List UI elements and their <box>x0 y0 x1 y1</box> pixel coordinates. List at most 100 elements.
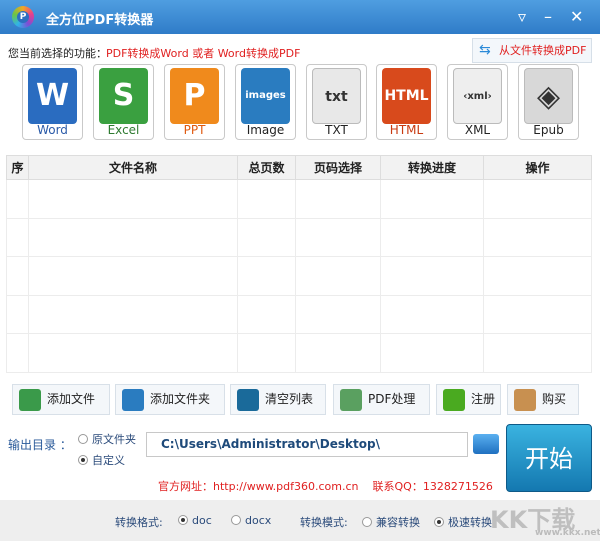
txt-icon: txt <box>312 68 361 124</box>
table-cell <box>295 333 381 373</box>
table-row <box>6 256 592 296</box>
format-word-button[interactable]: W Word <box>22 64 83 140</box>
table-cell <box>380 294 484 334</box>
table-cell <box>6 217 29 257</box>
radio-compat-mode[interactable]: 兼容转换 <box>362 514 420 530</box>
format-ppt-button[interactable]: P PPT <box>164 64 225 140</box>
epub-icon: ◈ <box>524 68 573 124</box>
format-excel-button[interactable]: S Excel <box>93 64 154 140</box>
add-file-button[interactable]: 添加文件 <box>12 384 110 415</box>
table-row <box>6 294 592 334</box>
table-cell <box>6 333 29 373</box>
table-cell <box>237 333 296 373</box>
website-link[interactable]: 官方网址：http://www.pdf360.com.cn <box>158 480 359 493</box>
table-row <box>6 179 592 219</box>
radio-fast-mode[interactable]: 极速转换 <box>434 514 492 530</box>
toolbar-label: 清空列表 <box>265 392 314 406</box>
window-title: 全方位PDF转换器 <box>46 13 154 28</box>
table-row <box>6 333 592 373</box>
format-image-button[interactable]: images Image <box>235 64 296 140</box>
table-cell <box>483 179 592 219</box>
format-label: Image <box>246 123 285 137</box>
table-cell <box>380 256 484 296</box>
format-label: Epub <box>533 123 564 137</box>
trash-icon <box>237 389 259 411</box>
trash-button[interactable]: 清空列表 <box>230 384 326 415</box>
table-cell <box>483 294 592 334</box>
shopping-bag-icon <box>514 389 536 411</box>
table-cell <box>295 294 381 334</box>
add-file-icon <box>19 389 41 411</box>
table-cell <box>237 179 296 219</box>
col-pages: 总页数 <box>237 155 296 180</box>
table-cell <box>380 333 484 373</box>
radio-original-folder[interactable]: 原文件夹 <box>78 431 136 447</box>
format-label: 转换格式: <box>115 516 163 529</box>
table-cell <box>380 217 484 257</box>
ppt-icon: P <box>170 68 219 124</box>
function-value: PDF转换成Word 或者 Word转换成PDF <box>106 47 301 60</box>
col-progress: 转换进度 <box>380 155 484 180</box>
browse-folder-icon[interactable] <box>473 434 499 454</box>
table-cell <box>237 294 296 334</box>
toolbar-label: 添加文件 <box>47 392 96 406</box>
table-cell <box>483 333 592 373</box>
output-path-input[interactable]: C:\Users\Administrator\Desktop\ <box>146 432 468 457</box>
table-cell <box>28 179 238 219</box>
format-txt-button[interactable]: txt TXT <box>306 64 367 140</box>
app-logo-icon: P <box>12 6 34 28</box>
image-icon: images <box>241 68 290 124</box>
convert-from-file-button[interactable]: ⇆ 从文件转换成PDF <box>472 38 592 63</box>
col-filename: 文件名称 <box>28 155 238 180</box>
toolbar-label: 添加文件夹 <box>150 392 211 406</box>
table-cell <box>237 256 296 296</box>
format-xml-button[interactable]: ‹xml› XML <box>447 64 508 140</box>
format-label: PPT <box>183 123 206 137</box>
word-icon: W <box>28 68 77 124</box>
excel-icon: S <box>99 68 148 124</box>
radio-doc[interactable]: doc <box>178 514 212 527</box>
html-icon: HTML <box>382 68 431 124</box>
format-label: HTML <box>389 123 424 137</box>
shopping-bag-button[interactable]: 购买 <box>507 384 579 415</box>
document-button[interactable]: PDF处理 <box>333 384 430 415</box>
table-cell <box>6 256 29 296</box>
start-button[interactable]: 开始 <box>506 424 592 492</box>
table-cell <box>295 256 381 296</box>
table-cell <box>295 217 381 257</box>
table-cell <box>483 256 592 296</box>
format-epub-button[interactable]: ◈ Epub <box>518 64 579 140</box>
toolbar-label: 购买 <box>542 392 567 406</box>
table-row <box>6 217 592 257</box>
table-cell <box>6 179 29 219</box>
minimize-button[interactable]: – <box>544 7 552 26</box>
table-cell <box>28 333 238 373</box>
toolbar-label: PDF处理 <box>368 392 416 406</box>
close-button[interactable]: ✕ <box>570 7 583 26</box>
radio-docx[interactable]: docx <box>231 514 271 527</box>
table-cell <box>483 217 592 257</box>
format-label: Word <box>37 123 68 137</box>
swap-icon: ⇆ <box>479 42 491 58</box>
table-cell <box>28 294 238 334</box>
format-label: XML <box>464 123 491 137</box>
menu-dropdown-icon[interactable]: ▿ <box>518 7 526 26</box>
table-cell <box>6 294 29 334</box>
radio-custom-folder[interactable]: 自定义 <box>78 452 125 468</box>
format-label: TXT <box>325 123 348 137</box>
table-cell <box>295 179 381 219</box>
output-dir-label: 输出目录 ： <box>8 438 72 452</box>
format-html-button[interactable]: HTML HTML <box>376 64 437 140</box>
table-cell <box>28 217 238 257</box>
function-label: 您当前选择的功能： <box>8 47 107 60</box>
table-cell <box>237 217 296 257</box>
add-folder-icon <box>122 389 144 411</box>
col-index: 序 <box>6 155 29 180</box>
check-button[interactable]: 注册 <box>436 384 501 415</box>
format-label: Excel <box>107 123 140 137</box>
file-table: 序 文件名称 总页数 页码选择 转换进度 操作 <box>6 155 592 373</box>
toolbar-label: 注册 <box>471 392 496 406</box>
add-folder-button[interactable]: 添加文件夹 <box>115 384 225 415</box>
mode-label: 转换模式: <box>300 516 348 529</box>
col-page-select: 页码选择 <box>295 155 381 180</box>
